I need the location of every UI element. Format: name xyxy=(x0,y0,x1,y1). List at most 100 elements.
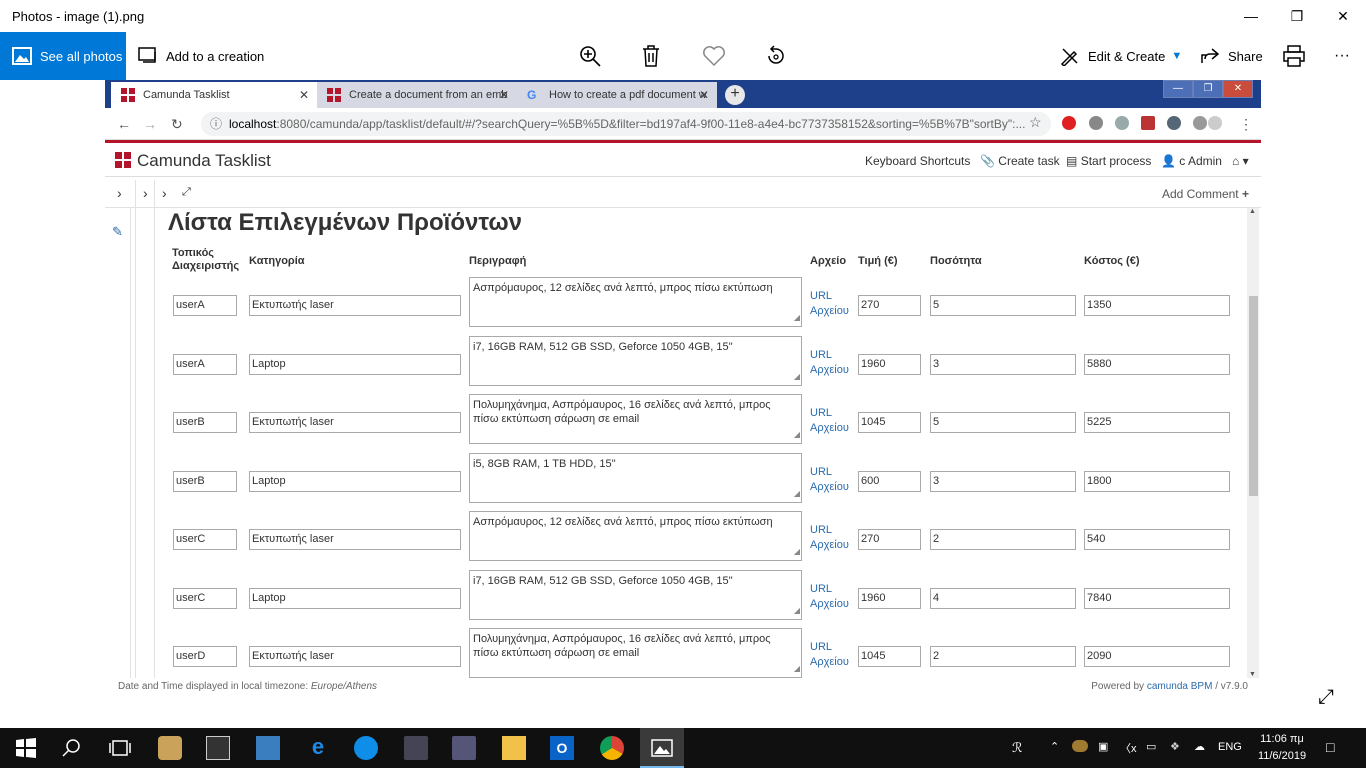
control-panel-icon[interactable] xyxy=(256,736,280,760)
clock-date[interactable]: 11/6/2019 xyxy=(1252,750,1312,762)
tab-pdf-document[interactable]: G How to create a pdf document w ✕ xyxy=(517,82,717,108)
app-icon[interactable] xyxy=(452,736,476,760)
resize-grip-icon[interactable]: ◢ xyxy=(794,487,800,501)
description-textarea[interactable]: i5, 8GB RAM, 1 TB HDD, 15'' ◢ xyxy=(469,453,802,503)
delete-icon[interactable] xyxy=(639,44,663,68)
edit-create-button[interactable]: Edit & Create ▼ xyxy=(1060,32,1182,80)
user-field[interactable]: userB xyxy=(173,412,237,433)
price-field[interactable]: 1960 xyxy=(858,588,921,609)
dropbox-icon[interactable]: ❖ xyxy=(1170,740,1180,753)
resize-grip-icon[interactable]: ◢ xyxy=(794,370,800,384)
file-url-link[interactable]: URL Αρχείου xyxy=(810,465,849,495)
notifications-icon[interactable]: □ xyxy=(1326,739,1334,755)
tray-app-icon[interactable] xyxy=(1072,740,1088,752)
cost-field[interactable]: 5225 xyxy=(1084,412,1230,433)
rotate-icon[interactable] xyxy=(764,44,788,68)
share-button[interactable]: Share xyxy=(1200,32,1263,80)
add-to-creation-button[interactable]: Add to a creation xyxy=(138,32,264,80)
category-field[interactable]: Εκτυπωτής laser xyxy=(249,412,461,433)
file-url-link[interactable]: URL Αρχείου xyxy=(810,289,849,319)
browser-menu-icon[interactable]: ⋮ xyxy=(1239,116,1253,133)
user-field[interactable]: userA xyxy=(173,354,237,375)
tab-camunda-tasklist[interactable]: Camunda Tasklist ✕ xyxy=(111,82,317,108)
user-field[interactable]: userB xyxy=(173,471,237,492)
quantity-field[interactable]: 3 xyxy=(930,354,1076,375)
clock-time[interactable]: 11:06 πμ xyxy=(1252,733,1312,745)
description-textarea[interactable]: Πολυμηχάνημα, Ασπρόμαυρος, 16 σελίδες αν… xyxy=(469,628,802,678)
photos-taskbar-button[interactable] xyxy=(640,728,684,768)
language-indicator[interactable]: ENG xyxy=(1218,741,1242,753)
camunda-link[interactable]: camunda BPM xyxy=(1147,681,1213,692)
price-field[interactable]: 1960 xyxy=(858,354,921,375)
maximize-button[interactable]: ❐ xyxy=(1274,0,1320,32)
description-textarea[interactable]: i7, 16GB RAM, 512 GB SSD, Geforce 1050 4… xyxy=(469,336,802,386)
category-field[interactable]: Laptop xyxy=(249,354,461,375)
paint-app-icon[interactable] xyxy=(158,736,182,760)
user-field[interactable]: userD xyxy=(173,646,237,667)
back-icon[interactable]: ← xyxy=(117,116,131,132)
resize-grip-icon[interactable]: ◢ xyxy=(794,311,800,325)
cost-field[interactable]: 2090 xyxy=(1084,646,1230,667)
outlook-icon[interactable]: O xyxy=(550,736,574,760)
new-tab-button[interactable]: + xyxy=(725,85,745,105)
user-field[interactable]: userC xyxy=(173,529,237,550)
category-field[interactable]: Εκτυπωτής laser xyxy=(249,529,461,550)
file-url-link[interactable]: URL Αρχείου xyxy=(810,406,849,436)
print-icon[interactable] xyxy=(1282,44,1306,68)
bookmark-star-icon[interactable]: ☆ xyxy=(1029,114,1042,131)
tab-create-document[interactable]: Create a document from an emb ✕ xyxy=(317,82,517,108)
people-icon[interactable]: ℛ xyxy=(1012,740,1022,756)
form-scrollbar[interactable]: ▲ ▼ xyxy=(1247,208,1259,678)
reload-icon[interactable]: ↻ xyxy=(171,116,183,133)
see-all-photos-button[interactable]: See all photos xyxy=(0,32,126,80)
pdf-extension-icon[interactable] xyxy=(1141,116,1155,130)
close-button[interactable]: ✕ xyxy=(1320,0,1366,32)
file-explorer-icon[interactable] xyxy=(502,736,526,760)
scroll-down-icon[interactable]: ▼ xyxy=(1249,671,1256,678)
keyboard-shortcuts-link[interactable]: Keyboard Shortcuts xyxy=(865,154,970,168)
task-view-icon[interactable] xyxy=(108,736,132,760)
scrollbar-thumb[interactable] xyxy=(1249,296,1258,496)
description-textarea[interactable]: Ασπρόμαυρος, 12 σελίδες ανά λεπτό, μπρος… xyxy=(469,511,802,561)
camunda-title[interactable]: Camunda Tasklist xyxy=(137,151,271,171)
teamviewer-icon[interactable] xyxy=(354,736,378,760)
chevron-up-icon[interactable]: ⌃ xyxy=(1050,740,1059,753)
add-comment-button[interactable]: Add Comment + xyxy=(1162,187,1249,201)
start-process-link[interactable]: ▤ Start process xyxy=(1066,154,1151,168)
zoom-in-icon[interactable] xyxy=(578,44,602,68)
onedrive-icon[interactable]: ☁ xyxy=(1194,740,1205,753)
user-menu[interactable]: 👤 c Admin xyxy=(1161,154,1222,168)
scroll-up-icon[interactable]: ▲ xyxy=(1249,208,1256,215)
cost-field[interactable]: 1350 xyxy=(1084,295,1230,316)
extension-icon[interactable] xyxy=(1062,116,1076,130)
resize-grip-icon[interactable]: ◢ xyxy=(794,662,800,676)
file-url-link[interactable]: URL Αρχείου xyxy=(810,582,849,612)
resize-grip-icon[interactable]: ◢ xyxy=(794,545,800,559)
minimize-button[interactable]: — xyxy=(1228,0,1274,32)
quantity-field[interactable]: 3 xyxy=(930,471,1076,492)
more-button[interactable]: ··· xyxy=(1334,32,1350,80)
tab-close-icon[interactable]: ✕ xyxy=(299,88,309,102)
quantity-field[interactable]: 2 xyxy=(930,529,1076,550)
expand-icon[interactable]: ⤢ xyxy=(1318,686,1334,709)
user-field[interactable]: userC xyxy=(173,588,237,609)
quantity-field[interactable]: 5 xyxy=(930,412,1076,433)
price-field[interactable]: 270 xyxy=(858,295,921,316)
cost-field[interactable]: 5880 xyxy=(1084,354,1230,375)
quantity-field[interactable]: 5 xyxy=(930,295,1076,316)
category-field[interactable]: Laptop xyxy=(249,471,461,492)
category-field[interactable]: Laptop xyxy=(249,588,461,609)
tab-close-icon[interactable]: ✕ xyxy=(499,88,509,102)
chrome-icon[interactable] xyxy=(600,736,624,760)
price-field[interactable]: 600 xyxy=(858,471,921,492)
description-textarea[interactable]: Ασπρόμαυρος, 12 σελίδες ανά λεπτό, μπρος… xyxy=(469,277,802,327)
quantity-field[interactable]: 4 xyxy=(930,588,1076,609)
browser-minimize-icon[interactable]: — xyxy=(1163,80,1193,98)
category-field[interactable]: Εκτυπωτής laser xyxy=(249,646,461,667)
calculator-icon[interactable] xyxy=(206,736,230,760)
network-icon[interactable]: ▭ xyxy=(1146,740,1156,753)
info-icon[interactable]: ⓘ xyxy=(210,112,222,136)
volume-icon[interactable]: 〈x xyxy=(1120,740,1137,756)
url-field[interactable]: ⓘ localhost:8080/camunda/app/tasklist/de… xyxy=(201,112,1051,136)
edge-icon[interactable]: e xyxy=(306,736,330,760)
